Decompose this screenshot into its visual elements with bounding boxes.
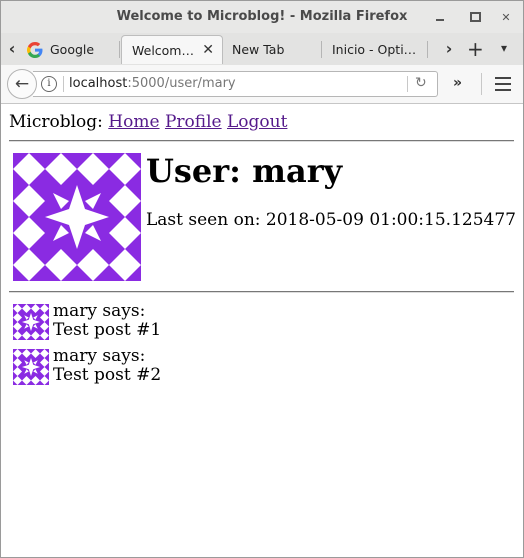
url-path: :5000/user/mary xyxy=(127,76,236,91)
post-body: Test post #1 xyxy=(53,320,162,340)
url-text[interactable]: localhost:5000/user/mary xyxy=(69,76,236,91)
maximize-icon xyxy=(469,12,481,22)
post-text: mary says: Test post #1 xyxy=(53,302,161,340)
tab-inicio[interactable]: Inicio - Opti… xyxy=(332,35,416,64)
info-icon[interactable]: i xyxy=(41,76,57,92)
post-avatar xyxy=(13,304,49,340)
urlbar-divider xyxy=(63,76,64,92)
minimize-icon xyxy=(436,19,444,21)
tab-divider xyxy=(321,41,322,58)
post-avatar xyxy=(13,349,49,385)
chevron-left-icon: ‹ xyxy=(8,39,16,58)
close-window-button[interactable]: ✕ xyxy=(498,9,514,25)
tab-google[interactable]: Google xyxy=(27,35,115,64)
divider xyxy=(9,291,514,293)
post-author: mary says: xyxy=(53,346,146,366)
tab-strip: ‹ Google Welcom… ✕ New Tab Inicio - Opti… xyxy=(1,33,523,66)
chevron-right-icon: › xyxy=(445,39,453,58)
user-avatar xyxy=(13,153,141,281)
site-nav: Microblog: Home Profile Logout xyxy=(9,112,287,132)
logout-link[interactable]: Logout xyxy=(227,112,287,132)
tab-welcome-active[interactable]: Welcom… ✕ xyxy=(121,35,223,64)
url-host: localhost xyxy=(69,76,128,91)
divider xyxy=(9,140,514,142)
browser-window: Welcome to Microblog! - Mozilla Firefox … xyxy=(0,0,524,558)
new-tab-button[interactable]: + xyxy=(467,37,484,61)
profile-link[interactable]: Profile xyxy=(165,112,222,132)
double-chevron-icon: » xyxy=(453,75,463,91)
title-bar: Welcome to Microblog! - Mozilla Firefox … xyxy=(1,1,523,33)
toolbar-divider xyxy=(481,73,482,95)
reload-icon[interactable]: ↻ xyxy=(415,75,427,91)
tab-divider xyxy=(427,41,428,58)
scroll-tabs-right-button[interactable]: › xyxy=(442,39,456,59)
hamburger-menu-icon[interactable] xyxy=(495,77,511,95)
close-tab-icon[interactable]: ✕ xyxy=(202,42,214,58)
minimize-button[interactable] xyxy=(432,9,448,25)
back-button[interactable]: ← xyxy=(7,69,37,99)
back-arrow-icon: ← xyxy=(14,74,30,94)
toolbar-overflow-button[interactable]: » xyxy=(453,75,462,91)
brand-label: Microblog: xyxy=(9,112,103,132)
tab-label: New Tab xyxy=(232,42,285,57)
tab-label: Inicio - Opti… xyxy=(332,42,416,57)
scroll-tabs-left-button[interactable]: ‹ xyxy=(5,39,19,59)
url-bar[interactable]: i localhost:5000/user/mary ↻ xyxy=(33,71,438,97)
user-heading: User: mary xyxy=(146,152,343,190)
home-link[interactable]: Home xyxy=(108,112,159,132)
post-author: mary says: xyxy=(53,301,146,321)
last-seen-text: Last seen on: 2018-05-09 01:00:15.125477 xyxy=(146,210,516,230)
navigation-toolbar: i localhost:5000/user/mary ↻ ← » xyxy=(1,65,523,104)
chevron-down-icon: ▾ xyxy=(501,41,508,55)
maximize-button[interactable] xyxy=(467,9,483,25)
tab-label: Welcom… xyxy=(132,42,194,58)
tab-label: Google xyxy=(50,42,95,57)
tab-new-tab[interactable]: New Tab xyxy=(232,35,316,64)
google-icon xyxy=(27,41,43,58)
urlbar-divider xyxy=(407,76,408,92)
post-body: Test post #2 xyxy=(53,365,162,385)
plus-icon: + xyxy=(467,37,484,61)
close-icon: ✕ xyxy=(501,10,511,24)
post-text: mary says: Test post #2 xyxy=(53,347,161,385)
page-content: Microblog: Home Profile Logout User: mar… xyxy=(1,104,523,557)
tab-divider xyxy=(119,41,120,58)
list-all-tabs-button[interactable]: ▾ xyxy=(501,41,507,55)
